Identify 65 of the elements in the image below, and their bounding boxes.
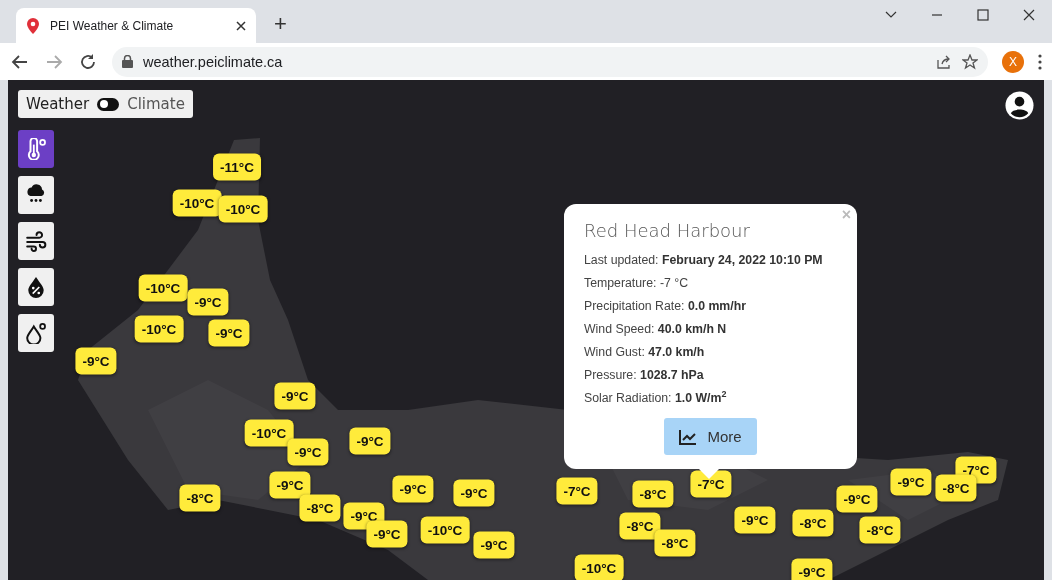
close-icon[interactable] (236, 20, 246, 31)
temperature-marker[interactable]: -8°C (859, 516, 901, 544)
star-icon[interactable] (962, 53, 978, 70)
drop-icon (25, 322, 47, 344)
temperature-marker[interactable]: -9°C (890, 468, 932, 496)
temperature-marker[interactable]: -8°C (619, 512, 661, 540)
temperature-marker[interactable]: -9°C (187, 288, 229, 316)
lock-icon (122, 55, 133, 68)
chart-icon (679, 428, 698, 445)
temperature-marker[interactable]: -11°C (213, 153, 261, 181)
temperature-marker[interactable]: -9°C (269, 471, 311, 499)
more-button[interactable]: More (664, 418, 757, 455)
temperature-marker[interactable]: -9°C (287, 438, 329, 466)
temperature-marker[interactable]: -10°C (138, 274, 188, 302)
temperature-marker[interactable]: -8°C (179, 484, 221, 512)
temperature-marker[interactable]: -8°C (654, 529, 696, 557)
temperature-marker[interactable]: -9°C (734, 506, 776, 534)
temperature-marker[interactable]: -8°C (935, 474, 977, 502)
wind-layer-button[interactable] (18, 222, 54, 260)
browser-tab[interactable]: PEI Weather & Climate (16, 8, 256, 43)
temperature-marker[interactable]: -8°C (632, 480, 674, 508)
temperature-marker[interactable]: -9°C (274, 382, 316, 410)
precipitation-layer-button[interactable] (18, 176, 54, 214)
dewpoint-layer-button[interactable] (18, 314, 54, 352)
temperature-marker[interactable]: -8°C (299, 494, 341, 522)
temperature-marker[interactable]: -10°C (218, 195, 268, 223)
temperature-marker[interactable]: -10°C (172, 189, 222, 217)
temperature-marker[interactable]: -10°C (244, 419, 294, 447)
toggle-label: Climate (127, 95, 185, 113)
menu-icon[interactable] (1038, 53, 1042, 70)
temperature-marker[interactable]: -8°C (792, 509, 834, 537)
station-reading: Wind Gust: 47.0 km/h (584, 344, 706, 361)
thermometer-icon (25, 138, 47, 160)
temperature-marker[interactable]: -10°C (420, 516, 470, 544)
wind-icon (25, 230, 47, 252)
station-reading: Last updated: February 24, 2022 10:10 PM (584, 252, 824, 269)
toggle-switch[interactable] (97, 97, 120, 111)
temperature-marker[interactable]: -9°C (366, 520, 408, 548)
temperature-marker[interactable]: -7°C (556, 477, 598, 505)
station-reading: Solar Radiation: 1.0 W/m$^{2}$ (584, 387, 728, 407)
percent-drop-icon (25, 276, 47, 298)
temperature-marker[interactable]: -7°C (690, 470, 732, 498)
temperature-marker[interactable]: -9°C (453, 479, 495, 507)
humidity-layer-button[interactable] (18, 268, 54, 306)
temperature-marker[interactable]: -10°C (574, 554, 624, 580)
station-reading: Temperature: -7 °C (584, 275, 690, 292)
temperature-marker[interactable]: -9°C (392, 475, 434, 503)
temperature-layer-button[interactable] (18, 130, 54, 168)
map-pin-icon (26, 17, 40, 34)
temperature-marker[interactable]: -9°C (208, 319, 250, 347)
address-bar[interactable]: weather.peiclimate.ca (112, 46, 988, 77)
popup-title: Red Head Harbour (584, 220, 751, 241)
new-tab-button[interactable]: + (270, 11, 291, 37)
temperature-marker[interactable]: -9°C (349, 427, 391, 455)
temperature-marker[interactable]: -9°C (473, 531, 515, 559)
temperature-marker[interactable]: -9°C (836, 485, 878, 513)
temperature-marker[interactable]: -10°C (134, 315, 184, 343)
temperature-marker[interactable]: -9°C (75, 347, 117, 375)
station-reading: Wind Speed: 40.0 km/h N (584, 321, 728, 338)
station-reading: Pressure: 1028.7 hPa (584, 367, 705, 384)
temperature-marker[interactable]: -9°C (791, 558, 833, 580)
user-icon[interactable] (1005, 91, 1034, 120)
share-icon[interactable] (936, 53, 952, 70)
station-reading: Precipitation Rate: 0.0 mm/hr (584, 298, 747, 315)
toggle-label: Weather (26, 95, 90, 113)
